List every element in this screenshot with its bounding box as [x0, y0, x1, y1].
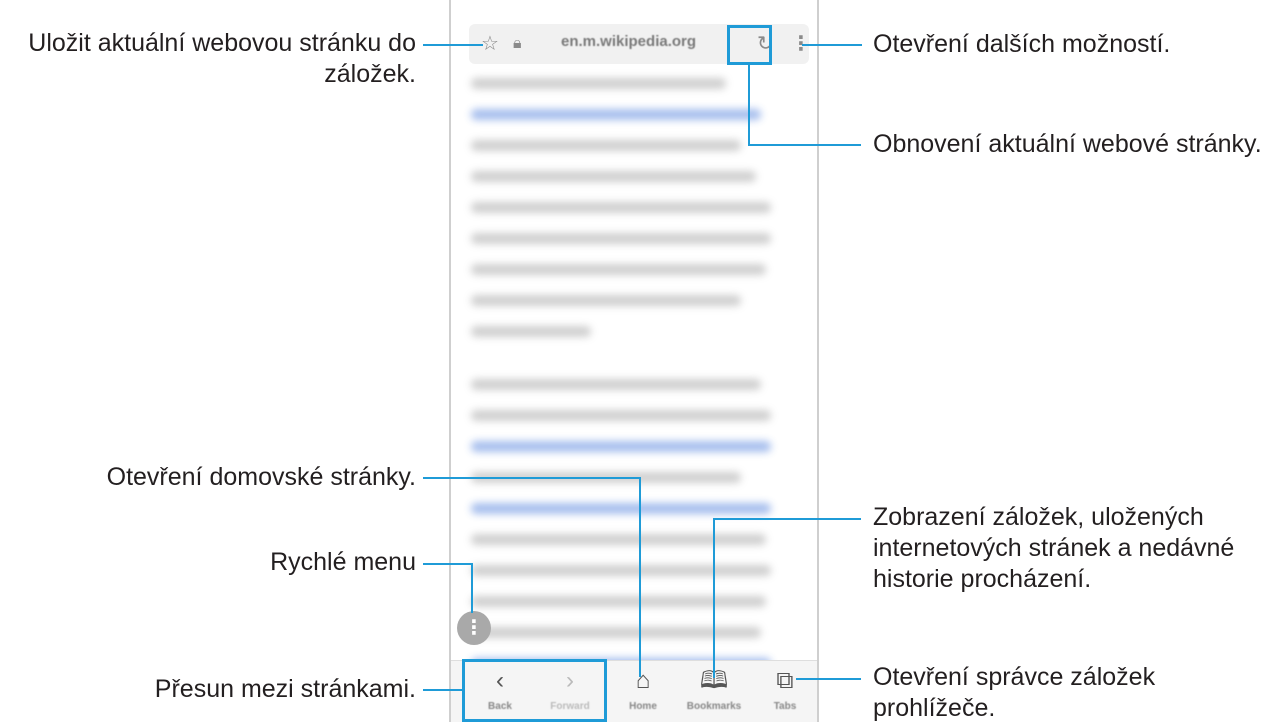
refresh-highlight: [727, 25, 772, 65]
navigation-highlight: [462, 659, 607, 722]
callout-navigation: Přesun mezi stránkami.: [154, 675, 416, 703]
leader-line-quickmenu-v: [471, 563, 473, 613]
leader-line-quickmenu-h: [423, 563, 473, 565]
url-text[interactable]: en.m.wikipedia.org: [561, 33, 696, 50]
phone-screen: ☆ 🔒︎ en.m.wikipedia.org ↻ ⋮ ⋮ ‹ Back › F…: [449, 0, 819, 722]
leader-line-refresh-h: [748, 144, 861, 146]
leader-line-home-v: [639, 477, 641, 677]
leader-line-refresh-v: [748, 65, 750, 145]
page-content: [471, 78, 801, 722]
leader-line-navigation: [423, 689, 465, 691]
leader-line-home-h: [423, 477, 641, 479]
callout-home: Otevření domovské stránky.: [106, 463, 416, 491]
star-icon[interactable]: ☆: [481, 30, 499, 58]
callout-quick-menu: Rychlé menu: [270, 548, 416, 576]
callout-bookmarks: Zobrazení záložek, uložených internetový…: [873, 503, 1235, 593]
home-icon: ⌂: [635, 667, 651, 694]
callout-more-options: Otevření dalších možností.: [873, 30, 1171, 58]
quick-menu-button[interactable]: ⋮: [457, 611, 491, 645]
leader-line-bookmark: [423, 44, 483, 46]
leader-line-bookmarks-v: [713, 518, 715, 678]
tabs-button[interactable]: ⧉ Tabs: [750, 661, 817, 722]
lock-icon: 🔒︎: [513, 35, 522, 52]
leader-line-tabs: [796, 678, 861, 680]
callout-refresh: Obnovení aktuální webové stránky.: [873, 130, 1262, 158]
leader-line-bookmarks-h: [713, 518, 861, 520]
home-button[interactable]: ⌂ Home: [608, 661, 678, 722]
leader-line-more: [802, 44, 862, 46]
callout-tabs: Otevření správce záložek prohlížeče.: [873, 663, 1156, 722]
callout-bookmark: Uložit aktuální webovou stránku do zálož…: [28, 29, 416, 88]
tabs-icon: ⧉: [776, 667, 794, 694]
